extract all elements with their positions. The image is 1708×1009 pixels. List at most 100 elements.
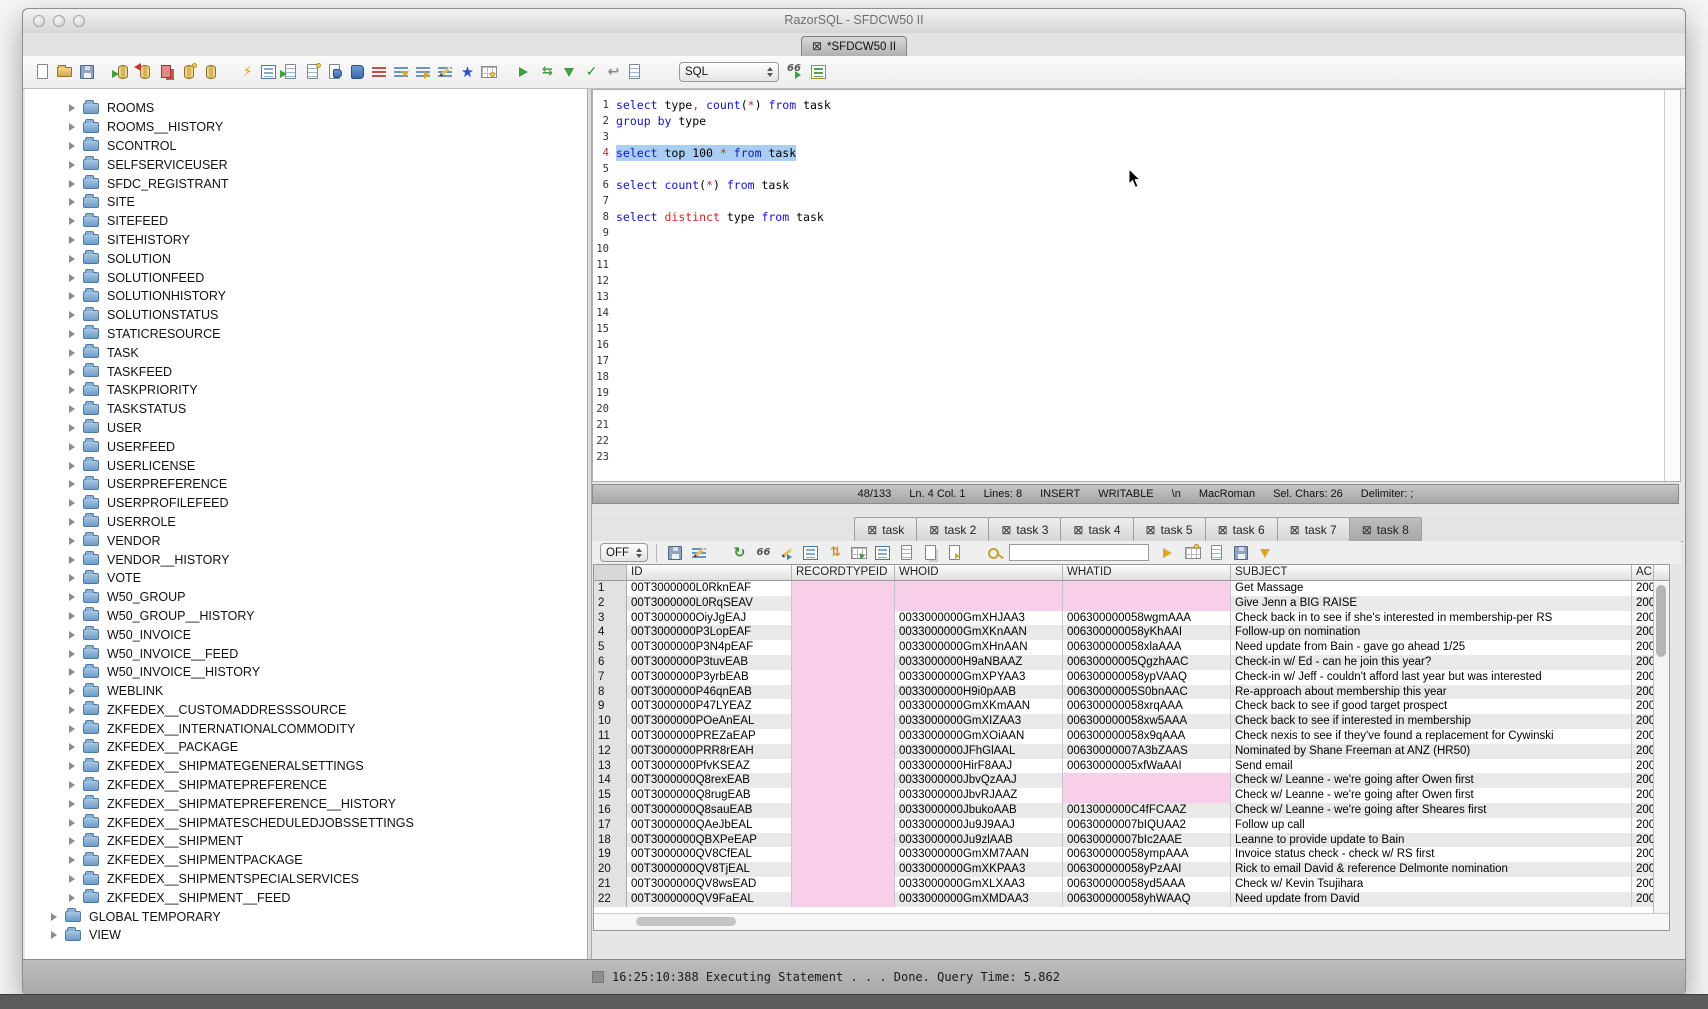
save-results-icon[interactable] (665, 543, 686, 563)
subject-cell[interactable]: Check-in w/ Jeff - couldn't afford last … (1231, 670, 1632, 685)
new-file-icon[interactable] (33, 62, 54, 82)
id-cell[interactable]: 00T3000000POeAnEAL (627, 714, 792, 729)
column-header[interactable]: RECORDTYPEID (792, 565, 895, 580)
save-file-icon[interactable] (77, 62, 98, 82)
row-number-cell[interactable]: 4 (594, 625, 627, 640)
editor-line[interactable]: 22 (593, 433, 1680, 449)
tree-item[interactable]: ZKFEDEX__SHIPMATEPREFERENCE (25, 776, 587, 795)
database-icon[interactable] (201, 62, 222, 82)
save-grid-icon[interactable] (1231, 543, 1252, 563)
recordtypeid-cell[interactable] (792, 744, 895, 759)
tree-item[interactable]: GLOBAL TEMPORARY (25, 907, 587, 926)
disclosure-triangle-icon[interactable] (69, 537, 75, 545)
disclosure-triangle-icon[interactable] (69, 574, 75, 582)
subject-cell[interactable]: Follow-up on nomination (1231, 625, 1632, 640)
close-tab-icon[interactable] (1146, 523, 1156, 537)
whoid-cell[interactable]: 0033000000JbukoAAB (895, 803, 1063, 818)
subject-cell[interactable]: Check-in w/ Ed - can he join this year? (1231, 655, 1632, 670)
whatid-cell[interactable]: 006300000058xw5AAA (1063, 714, 1231, 729)
columns-list-icon[interactable] (873, 543, 894, 563)
editor-line[interactable]: 11 (593, 257, 1680, 273)
disclosure-triangle-icon[interactable] (69, 668, 75, 676)
row-number-cell[interactable]: 2 (594, 596, 627, 611)
disclosure-triangle-icon[interactable] (69, 800, 75, 808)
whatid-cell[interactable] (1063, 581, 1231, 596)
id-cell[interactable]: 00T3000000P3N4pEAF (627, 640, 792, 655)
tree-item[interactable]: STATICRESOURCE (25, 325, 587, 344)
editor-vscrollbar[interactable] (1664, 90, 1680, 481)
result-tab[interactable]: task 2 (916, 517, 989, 541)
id-cell[interactable]: 00T3000000QAeJbEAL (627, 818, 792, 833)
row-number-cell[interactable]: 20 (594, 862, 627, 877)
row-number-cell[interactable]: 22 (594, 892, 627, 907)
page-book-icon[interactable] (325, 62, 346, 82)
tree-item[interactable]: USERPREFERENCE (25, 475, 587, 494)
tree-item[interactable]: SOLUTIONFEED (25, 268, 587, 287)
page-refresh-icon[interactable] (281, 62, 302, 82)
row-number-cell[interactable]: 7 (594, 670, 627, 685)
id-cell[interactable]: 00T3000000P47LYEAZ (627, 699, 792, 714)
tree-item[interactable]: SELFSERVICEUSER (25, 155, 587, 174)
document-tab[interactable]: *SFDCW50 II (801, 36, 907, 56)
table-row[interactable]: 17 00T3000000QAeJbEAL 0033000000Ju9J9AAJ… (594, 818, 1669, 833)
whatid-cell[interactable]: 006300000058xrqAAA (1063, 699, 1231, 714)
row-number-cell[interactable]: 21 (594, 877, 627, 892)
editor-line[interactable]: 7 (593, 193, 1680, 209)
recordtypeid-cell[interactable] (792, 833, 895, 848)
table-row[interactable]: 11 00T3000000PREZaEAP 0033000000GmXOiAAN… (594, 729, 1669, 744)
table-row[interactable]: 1 00T3000000L0RknEAF Get Massage 200 (594, 581, 1669, 596)
editor-line[interactable]: 15 (593, 321, 1680, 337)
tree-item[interactable]: TASKSTATUS (25, 400, 587, 419)
list-red-icon[interactable] (369, 62, 390, 82)
tree-item[interactable]: ZKFEDEX__SHIPMENT__FEED (25, 888, 587, 907)
disclosure-triangle-icon[interactable] (69, 650, 75, 658)
tree-view-icon[interactable] (801, 543, 822, 563)
table-row[interactable]: 19 00T3000000QV8CfEAL 0033000000GmXM7AAN… (594, 847, 1669, 862)
id-cell[interactable]: 00T3000000L0RknEAF (627, 581, 792, 596)
notes-page-icon[interactable] (625, 62, 646, 82)
disclosure-triangle-icon[interactable] (69, 180, 75, 188)
whoid-cell[interactable] (895, 596, 1063, 611)
recordtypeid-cell[interactable] (792, 788, 895, 803)
view-results-icon[interactable] (753, 543, 774, 563)
id-cell[interactable]: 00T3000000Q8sauEAB (627, 803, 792, 818)
activity-cell[interactable]: 200 (1632, 818, 1654, 833)
tree-item[interactable]: VENDOR (25, 531, 587, 550)
subject-cell[interactable]: Need update from David (1231, 892, 1632, 907)
disclosure-triangle-icon[interactable] (69, 894, 75, 902)
view-execute-icon[interactable] (787, 62, 808, 82)
disclosure-triangle-icon[interactable] (69, 142, 75, 150)
edit-cell-icon[interactable] (777, 543, 798, 563)
table-row[interactable]: 5 00T3000000P3N4pEAF 0033000000GmXHnAAN … (594, 640, 1669, 655)
table-row[interactable]: 20 00T3000000QV8TjEAL 0033000000GmXKPAA3… (594, 862, 1669, 877)
edit-results-icon[interactable] (689, 543, 710, 563)
recordtypeid-cell[interactable] (792, 655, 895, 670)
editor-line[interactable]: 14 (593, 305, 1680, 321)
favorites-star-icon[interactable] (457, 62, 478, 82)
tree-item[interactable]: TASKPRIORITY (25, 381, 587, 400)
whatid-cell[interactable]: 006300000058xlaAAA (1063, 640, 1231, 655)
id-cell[interactable]: 00T3000000PREZaEAP (627, 729, 792, 744)
table-row[interactable]: 22 00T3000000QV9FaEAL 0033000000GmXMDAA3… (594, 892, 1669, 907)
tree-item[interactable]: W50_INVOICE__HISTORY (25, 663, 587, 682)
subject-cell[interactable]: Check w/ Leanne - we're going after Owen… (1231, 788, 1632, 803)
whoid-cell[interactable]: 0033000000Ju9J9AAJ (895, 818, 1063, 833)
whoid-cell[interactable]: 0033000000JbvQzAAJ (895, 773, 1063, 788)
recordtypeid-cell[interactable] (792, 670, 895, 685)
id-cell[interactable]: 00T3000000PfvKSEAZ (627, 759, 792, 774)
whoid-cell[interactable]: 0033000000HirF8AAJ (895, 759, 1063, 774)
row-number-cell[interactable]: 8 (594, 685, 627, 700)
disclosure-triangle-icon[interactable] (69, 405, 75, 413)
page-icon[interactable] (897, 543, 918, 563)
disclosure-triangle-icon[interactable] (69, 236, 75, 244)
recordtypeid-cell[interactable] (792, 803, 895, 818)
open-file-icon[interactable] (55, 62, 76, 82)
close-tab-icon[interactable] (812, 40, 822, 53)
row-number-cell[interactable]: 15 (594, 788, 627, 803)
table-row[interactable]: 13 00T3000000PfvKSEAZ 0033000000HirF8AAJ… (594, 759, 1669, 774)
recordtypeid-cell[interactable] (792, 581, 895, 596)
row-number-cell[interactable]: 18 (594, 833, 627, 848)
disclosure-triangle-icon[interactable] (69, 856, 75, 864)
column-header[interactable]: SUBJECT (1231, 565, 1632, 580)
disclosure-triangle-icon[interactable] (69, 743, 75, 751)
